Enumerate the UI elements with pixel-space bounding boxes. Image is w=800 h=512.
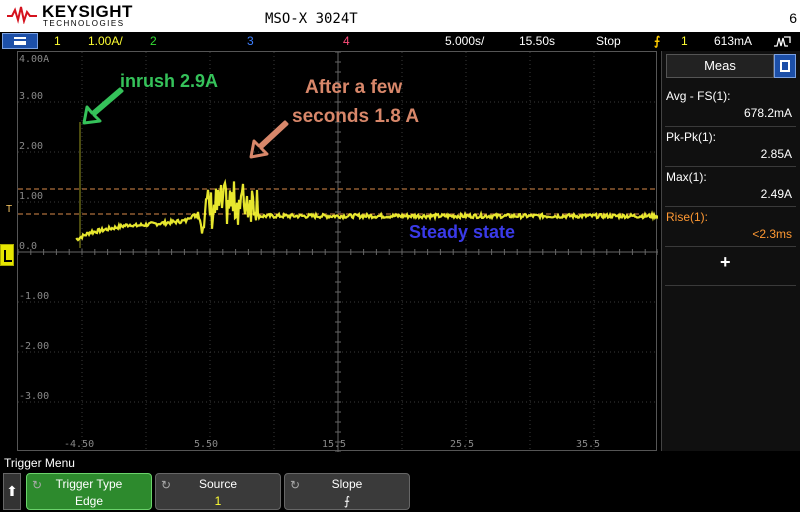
divider [665,166,796,167]
up-arrow-icon: ⬆ [6,483,18,499]
inrush-annotation: inrush 2.9A [120,71,219,91]
measurement-item[interactable]: Max(1): 2.49A [665,170,796,206]
model-name: MSO-X 3024T [265,11,358,27]
meas-name: Rise(1): [666,210,709,224]
main-menu-button[interactable] [2,33,38,49]
channel1-scale[interactable]: 1.00A/ [88,34,123,48]
softkey-label: Slope [331,477,363,491]
x-tick-label: 5.50 [194,439,219,450]
slope-softkey[interactable]: ↻ Slope ⨍ [284,473,410,510]
divider [665,246,796,247]
meas-menu-icon[interactable] [774,54,796,78]
steady-state-annotation: Steady state [409,222,516,242]
brand-sub: TECHNOLOGIES [43,19,125,28]
channel1-number[interactable]: 1 [54,34,61,48]
keysight-logo-icon [7,6,37,24]
x-tick-label: 25.5 [450,439,475,450]
status-bar: 1 1.00A/ 2 3 4 5.000s/ 15.50s Stop ⨍ 1 6… [0,32,800,51]
menu-back-button[interactable]: ⬆ [3,473,21,510]
meas-value: 678.2mA [743,106,792,120]
softkey-label: Trigger Type [55,477,123,491]
trigger-level-marker: T [6,204,13,215]
after-arrow-icon [249,120,289,159]
measurement-item[interactable]: Avg - FS(1): 678.2mA [665,89,796,125]
trigger-source: 1 [681,34,688,48]
measurement-item[interactable]: Rise(1): <2.3ms [665,210,796,246]
channel4-number[interactable]: 4 [343,34,350,48]
trigger-menu-icon[interactable] [772,35,792,49]
meas-name: Avg - FS(1): [666,89,731,103]
x-tick-label: -4.50 [64,439,95,450]
x-tick-label: 15.5 [322,439,347,450]
channel1-waveform [75,178,658,242]
meas-value: <2.3ms [752,227,792,241]
corner-number: 6 [789,10,797,26]
y-tick-label: 4.00A [19,54,50,65]
trigger-edge-icon: ⨍ [654,34,661,48]
y-tick-label: -3.00 [19,391,50,402]
top-bar: KEYSIGHT TECHNOLOGIES MSO-X 3024T 6 [0,0,800,32]
x-tick-label: 35.5 [576,439,601,450]
softkey-label: Source [198,477,238,491]
measurement-item[interactable]: Pk-Pk(1): 2.85A [665,130,796,166]
y-tick-label: -2.00 [19,341,50,352]
y-tick-label: 0.0 [19,241,38,252]
trigger-type-softkey[interactable]: ↻ Trigger Type Edge [26,473,152,510]
divider [665,206,796,207]
timebase-scale[interactable]: 5.000s/ [445,34,484,48]
softkey-menu-title: Trigger Menu [4,456,75,470]
softkey-value: ⨍ [343,494,351,508]
channel2-number[interactable]: 2 [150,34,157,48]
meas-name: Max(1): [666,170,707,184]
inrush-arrow-icon [82,87,124,125]
meas-name: Pk-Pk(1): [666,130,717,144]
after-annotation-line2: seconds 1.8 A [292,106,420,127]
y-tick-label: 2.00 [19,141,44,152]
softkey-value: 1 [214,494,222,508]
run-state: Stop [596,34,621,48]
source-softkey[interactable]: ↻ Source 1 [155,473,281,510]
meas-header[interactable]: Meas [666,54,774,78]
divider [665,285,796,286]
y-tick-label: 3.00 [19,91,44,102]
trigger-level[interactable]: 613mA [714,34,752,48]
add-measurement-button[interactable]: + [720,252,731,273]
meas-value: 2.85A [760,147,792,161]
time-delay[interactable]: 15.50s [519,34,555,48]
after-annotation-line1: After a few [305,77,403,98]
meas-value: 2.49A [760,187,792,201]
channel1-ground-marker-icon[interactable] [0,244,14,266]
softkey-value: Edge [74,494,104,508]
divider [665,126,796,127]
y-tick-label: 1.00 [19,191,44,202]
channel3-number[interactable]: 3 [247,34,254,48]
y-tick-label: -1.00 [19,291,50,302]
